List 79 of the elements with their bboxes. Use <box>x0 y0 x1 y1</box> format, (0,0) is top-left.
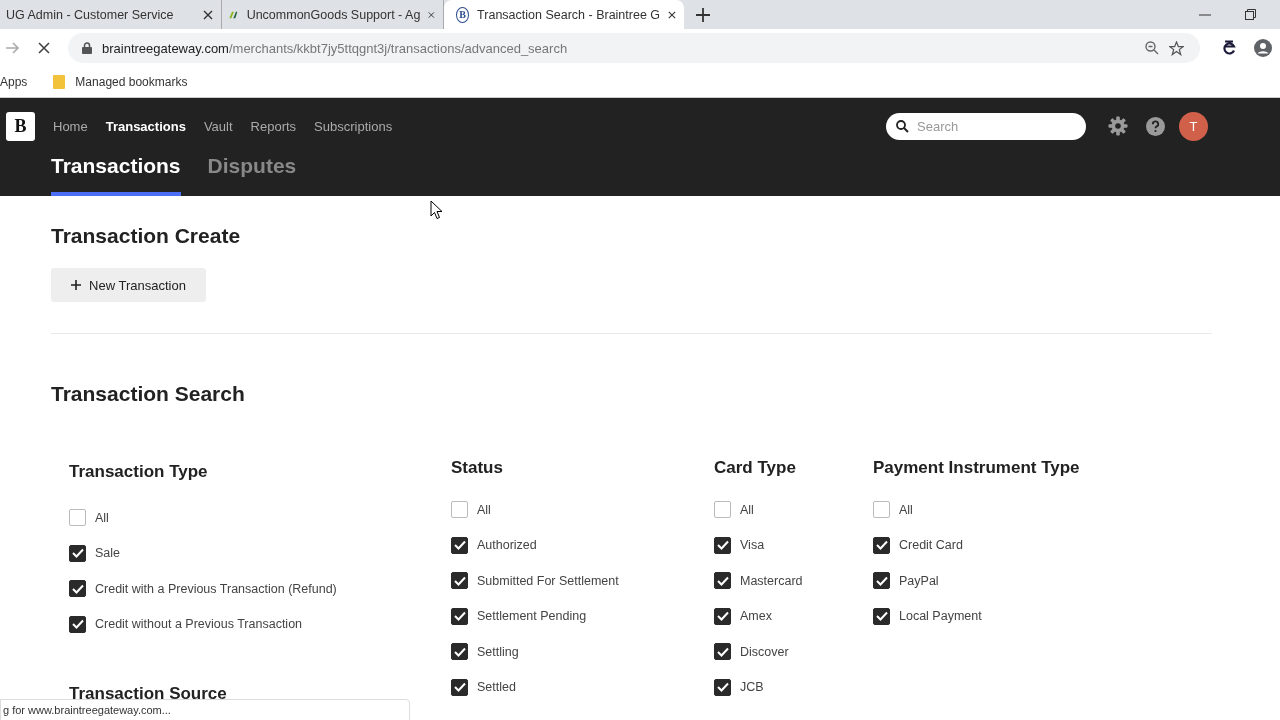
checkbox-label: Credit without a Previous Transaction <box>95 617 303 632</box>
checkbox-label: Local Payment <box>899 609 982 624</box>
checkbox[interactable] <box>451 536 468 554</box>
checkbox[interactable] <box>873 536 890 554</box>
filter-heading: Status <box>451 458 504 478</box>
checkbox[interactable] <box>714 572 731 590</box>
checkbox[interactable] <box>873 501 890 519</box>
close-icon[interactable] <box>668 9 676 20</box>
section-tab[interactable]: Transactions <box>51 154 181 196</box>
checkbox[interactable] <box>69 580 86 598</box>
help-icon[interactable] <box>1146 116 1165 136</box>
close-icon[interactable] <box>203 9 213 20</box>
checkbox[interactable] <box>714 678 731 696</box>
checkbox[interactable] <box>69 509 86 527</box>
nav-link[interactable]: Subscriptions <box>314 118 393 134</box>
checkbox[interactable] <box>714 643 731 661</box>
star-icon[interactable] <box>1169 40 1184 56</box>
checkbox[interactable] <box>873 572 890 590</box>
restore-icon[interactable] <box>1245 9 1256 20</box>
user-avatar[interactable]: T <box>1179 111 1208 141</box>
zoom-out-icon[interactable] <box>1145 41 1159 55</box>
new-tab-icon[interactable] <box>696 7 710 22</box>
checkbox-label: Settled <box>477 680 516 695</box>
filter-heading: Transaction Type <box>69 462 209 482</box>
profile-icon[interactable] <box>1254 39 1272 57</box>
search-field[interactable]: Search <box>886 112 1086 140</box>
search-icon <box>896 119 909 133</box>
checkbox-label: All <box>477 502 491 517</box>
checkbox-label: Amex <box>740 609 772 624</box>
checkbox[interactable] <box>451 572 468 590</box>
section-tab[interactable]: Disputes <box>207 154 297 196</box>
checkbox[interactable] <box>451 607 468 625</box>
checkbox-label: JCB <box>740 680 764 695</box>
checkbox-label: Mastercard <box>740 573 803 588</box>
bookmark-link[interactable]: Managed bookmarks <box>75 75 188 89</box>
checkbox-label: Visa <box>740 538 765 553</box>
checkbox[interactable] <box>714 607 731 625</box>
nav-link[interactable]: Transactions <box>105 118 186 134</box>
minimize-icon[interactable] <box>1199 13 1211 16</box>
section-heading: Transaction Create <box>51 224 242 248</box>
checkbox-label: Credit Card <box>899 538 963 553</box>
address-bar[interactable]: braintreegateway.com/merchants/kkbt7jy5ttqgnt3j/transactions/advanced_search <box>68 33 1200 63</box>
nav-link[interactable]: Reports <box>250 118 297 134</box>
bookmark-link[interactable]: Apps <box>0 75 28 89</box>
settings-icon[interactable] <box>1108 116 1128 136</box>
logo[interactable]: B <box>6 111 35 141</box>
checkbox-label: Credit with a Previous Transaction (Refund) <box>95 581 337 596</box>
new-transaction-button[interactable]: New Transaction <box>51 268 206 302</box>
checkbox[interactable] <box>69 615 86 633</box>
checkbox-label: Submitted For Settlement <box>477 573 619 588</box>
checkbox[interactable] <box>451 678 468 696</box>
checkbox[interactable] <box>451 643 468 661</box>
checkbox-label: Settlement Pending <box>477 609 587 624</box>
filter-heading: Payment Instrument Type <box>873 458 1080 478</box>
checkbox-label: PayPal <box>899 573 939 588</box>
plus-icon <box>71 280 82 290</box>
nav-link[interactable]: Home <box>53 118 88 134</box>
stop-icon[interactable] <box>38 42 50 54</box>
nav-link[interactable]: Vault <box>203 118 233 134</box>
lock-icon <box>82 42 92 54</box>
folder-icon <box>53 75 66 89</box>
cursor-icon <box>430 200 443 220</box>
browser-tab[interactable]: B Transaction Search - Braintree G <box>444 0 684 29</box>
checkbox-label: All <box>899 502 913 517</box>
checkbox-label: Sale <box>95 546 121 561</box>
section-heading: Transaction Search <box>51 382 246 406</box>
extension-icon[interactable] <box>1222 40 1236 56</box>
status-bubble: g for www.braintreegateway.com... <box>0 699 410 720</box>
checkbox[interactable] <box>714 536 731 554</box>
checkbox[interactable] <box>873 607 890 625</box>
checkbox-label: All <box>740 502 754 517</box>
filter-heading: Card Type <box>714 458 797 478</box>
checkbox[interactable] <box>714 501 731 519</box>
checkbox[interactable] <box>451 501 468 519</box>
checkbox-label: All <box>95 510 109 525</box>
checkbox-label: Settling <box>477 644 519 659</box>
checkbox-label: Discover <box>740 644 789 659</box>
checkbox[interactable] <box>69 544 86 562</box>
checkbox-label: Authorized <box>477 538 537 553</box>
